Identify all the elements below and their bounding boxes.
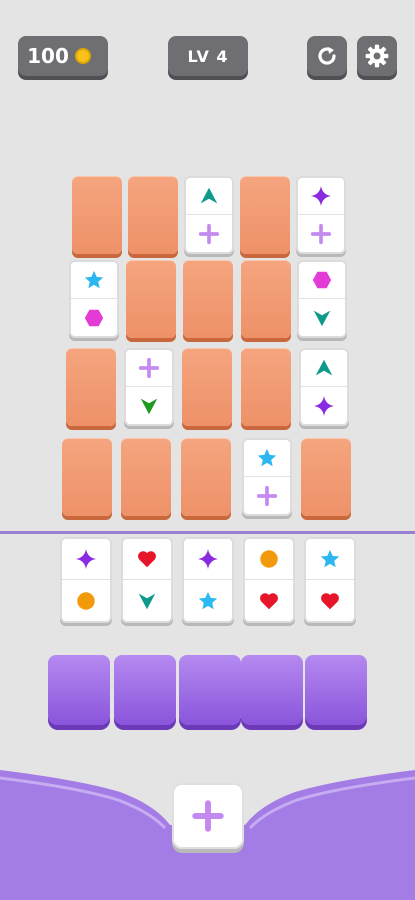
triangle-down-icon (138, 593, 156, 609)
board-tile[interactable] (297, 260, 347, 338)
settings-button[interactable] (357, 36, 397, 76)
board-tile-facedown (241, 260, 291, 338)
tile-top-symbol (301, 350, 347, 387)
tile-top-symbol (306, 539, 354, 580)
board-tile-facedown (301, 438, 351, 516)
board-tile[interactable] (299, 348, 349, 426)
triangle-down-icon (313, 310, 331, 326)
board-tile[interactable] (69, 260, 119, 338)
sparkle-icon (75, 548, 97, 570)
board-tile-facedown (181, 438, 231, 516)
plus-icon (138, 357, 160, 379)
circle-icon (77, 591, 95, 610)
sparkle-icon (313, 395, 335, 416)
tile-bottom-symbol (301, 387, 347, 424)
board-tile[interactable] (184, 176, 234, 254)
heart-icon (321, 592, 339, 609)
tile-bottom-symbol (186, 215, 232, 252)
tile-bottom-symbol (184, 580, 232, 621)
heart-icon (138, 551, 156, 568)
tile-top-symbol (186, 178, 232, 215)
sparkle-icon (197, 548, 219, 570)
star-icon (84, 270, 104, 289)
star-icon (257, 448, 277, 467)
tile-bottom-symbol (62, 580, 110, 621)
tile-bottom-symbol (71, 299, 117, 336)
board-tile-facedown (66, 348, 116, 426)
board-tile-facedown (121, 438, 171, 516)
triangle-down-icon (140, 398, 158, 414)
hand-tile[interactable] (182, 537, 234, 623)
tile-top-symbol (298, 178, 344, 215)
circle-icon (260, 550, 278, 568)
tile-bottom-symbol (245, 580, 293, 621)
coin-icon (72, 45, 94, 67)
tile-slot[interactable] (241, 655, 303, 725)
board-tile-facedown (128, 176, 178, 254)
board-tile-facedown (182, 348, 232, 426)
triangle-up-icon (200, 187, 218, 204)
level-label: LV 4 (187, 46, 229, 66)
plus-icon (310, 223, 332, 244)
board-tile-facedown (241, 348, 291, 426)
coin-count: 100 (27, 44, 69, 68)
tile-slot[interactable] (114, 655, 176, 725)
star-icon (320, 549, 340, 568)
tile-bottom-symbol (298, 215, 344, 252)
board-tile-facedown (126, 260, 176, 338)
board-tile-facedown (62, 438, 112, 516)
coin-counter: 100 (18, 36, 108, 76)
hand-tile[interactable] (121, 537, 173, 623)
triangle-up-icon (315, 359, 333, 376)
hexagon-icon (312, 271, 332, 289)
tile-bottom-symbol (299, 299, 345, 336)
hand-tile[interactable] (304, 537, 356, 623)
plus-icon (198, 223, 220, 244)
tile-top-symbol (245, 539, 293, 580)
tile-slot[interactable] (179, 655, 241, 725)
plus-icon (256, 485, 278, 506)
tile-bottom-symbol (123, 580, 171, 621)
plus-icon (192, 800, 224, 832)
board-divider (0, 531, 415, 534)
hexagon-icon (84, 309, 104, 326)
add-tile-button[interactable] (172, 783, 244, 849)
tile-top-symbol (299, 262, 345, 299)
tile-top-symbol (71, 262, 117, 299)
tile-top-symbol (244, 440, 290, 477)
hand-tile[interactable] (60, 537, 112, 623)
board-tile[interactable] (124, 348, 174, 426)
tile-bottom-symbol (306, 580, 354, 621)
star-icon (198, 591, 218, 609)
undo-icon (318, 47, 336, 65)
tile-top-symbol (123, 539, 171, 580)
board-tile[interactable] (296, 176, 346, 254)
tile-top-symbol (62, 539, 110, 580)
tile-top-symbol (184, 539, 232, 580)
tile-bottom-symbol (244, 477, 290, 514)
level-indicator: LV 4 (168, 36, 248, 76)
tile-slot[interactable] (48, 655, 110, 725)
sparkle-icon (310, 185, 332, 207)
board-tile-facedown (72, 176, 122, 254)
tile-slot[interactable] (305, 655, 367, 725)
gear-icon (365, 44, 389, 68)
tile-top-symbol (126, 350, 172, 387)
hand-tile[interactable] (243, 537, 295, 623)
board-tile[interactable] (242, 438, 292, 516)
tile-bottom-symbol (126, 387, 172, 424)
heart-icon (260, 592, 278, 609)
undo-button[interactable] (307, 36, 347, 76)
board-tile-facedown (240, 176, 290, 254)
board-tile-facedown (183, 260, 233, 338)
